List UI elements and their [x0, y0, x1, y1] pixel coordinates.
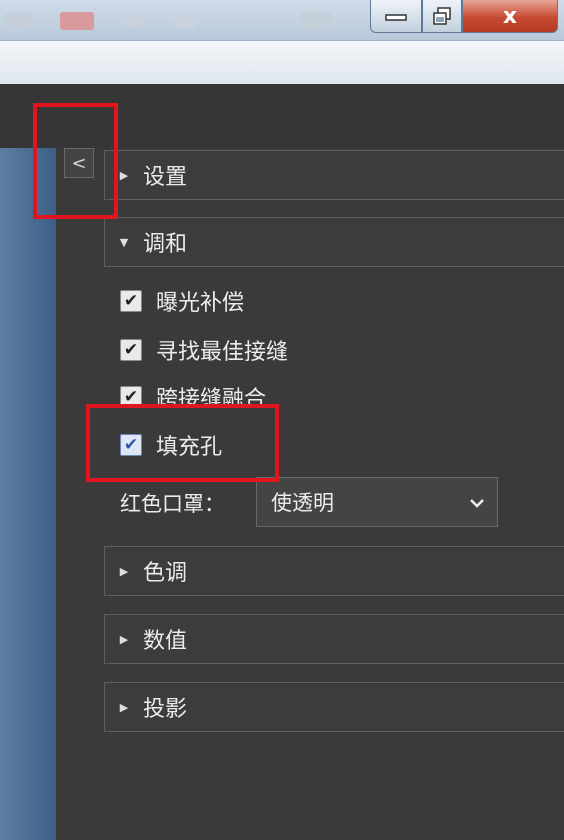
triangle-right-icon: ▶ — [119, 700, 129, 714]
triangle-right-icon: ▶ — [119, 564, 129, 578]
blurred-icon — [300, 12, 332, 30]
triangle-right-icon: ▶ — [119, 632, 129, 646]
section-label: 色调 — [143, 561, 188, 586]
section-label: 投影 — [143, 697, 188, 722]
select-value: 使透明 — [271, 491, 334, 515]
checkbox-label: 寻找最佳接缝 — [156, 340, 289, 365]
section-projection[interactable]: ▶ 投影 — [104, 682, 564, 732]
blurred-icon — [5, 13, 31, 27]
toolbar — [0, 40, 564, 86]
highlight-box-fill-holes — [86, 404, 279, 482]
minimize-button[interactable] — [370, 0, 422, 33]
red-mask-select[interactable]: 使透明 — [256, 477, 498, 527]
section-values[interactable]: ▶ 数值 — [104, 614, 564, 664]
close-button[interactable]: x — [462, 0, 558, 33]
left-preview-panel — [0, 148, 56, 840]
checkbox-checked-icon[interactable]: ✔ — [120, 339, 142, 361]
section-label: 数值 — [143, 629, 188, 654]
window-controls: x — [370, 0, 558, 33]
section-blend[interactable]: ▼ 调和 — [104, 217, 564, 267]
blurred-icon — [125, 14, 143, 28]
window-titlebar: x — [0, 0, 564, 40]
checkbox-label: 曝光补偿 — [156, 291, 245, 316]
checkbox-checked-icon[interactable]: ✔ — [120, 290, 142, 312]
check-find-optimal-seams[interactable]: ✔ 寻找最佳接缝 — [120, 333, 288, 367]
section-label: 设置 — [143, 165, 188, 190]
restore-icon — [433, 7, 451, 25]
highlight-box-collapse — [33, 103, 118, 219]
chevron-down-icon — [469, 492, 485, 513]
triangle-down-icon: ▼ — [119, 235, 129, 249]
section-tone[interactable]: ▶ 色调 — [104, 546, 564, 596]
blurred-icon — [60, 12, 94, 30]
check-exposure-compensation[interactable]: ✔ 曝光补偿 — [120, 284, 244, 318]
section-label: 调和 — [143, 232, 188, 257]
minimize-icon — [385, 14, 407, 21]
red-mask-label: 红色口罩： — [120, 492, 225, 516]
restore-button[interactable] — [422, 0, 462, 33]
close-icon: x — [502, 3, 518, 29]
section-settings[interactable]: ▶ 设置 — [104, 150, 564, 200]
blurred-icon — [175, 14, 195, 28]
